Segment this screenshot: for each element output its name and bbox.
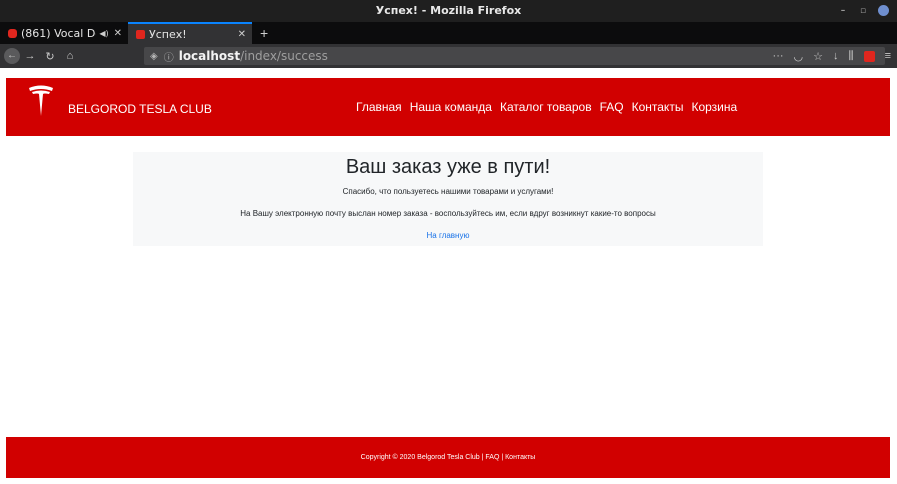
- tab-success[interactable]: Успех! ✕: [128, 22, 252, 44]
- info-icon[interactable]: ⓘ: [164, 49, 174, 64]
- close-window-icon[interactable]: [878, 5, 889, 16]
- site-header: BELGOROD TESLA CLUB Главная Наша команда…: [6, 78, 890, 136]
- youtube-icon: [8, 28, 17, 38]
- order-info-text: На Вашу электронную почту выслан номер з…: [240, 209, 656, 218]
- addon-icon[interactable]: [863, 50, 875, 62]
- bookmark-star-icon[interactable]: ☆: [813, 50, 823, 63]
- toolbar-right: ··· ◡ ☆ ↓ ⫼ ≡: [773, 44, 891, 68]
- site-footer: Copyright © 2020 Belgorod Tesla Club | F…: [6, 437, 890, 478]
- window-controls: – ▫: [838, 5, 889, 16]
- pocket-icon[interactable]: ◡: [794, 50, 804, 63]
- speaker-icon[interactable]: ◀): [99, 29, 108, 38]
- tab-label: (861) Vocal Dee: [21, 26, 96, 40]
- url-host: localhost: [178, 49, 241, 63]
- close-tab-icon[interactable]: ✕: [238, 29, 246, 40]
- success-card: Ваш заказ уже в пути! Спасибо, что польз…: [133, 152, 763, 246]
- reload-icon[interactable]: ↻: [40, 50, 60, 63]
- brand-name[interactable]: BELGOROD TESLA CLUB: [68, 102, 212, 116]
- page-actions-icon[interactable]: ···: [773, 50, 784, 62]
- close-tab-icon[interactable]: ✕: [114, 28, 122, 39]
- navigation-toolbar: ← → ↻ ⌂ ◈ ⓘ localhost /index/success ···…: [0, 44, 897, 68]
- window-titlebar: Успех! - Mozilla Firefox – ▫: [0, 0, 897, 22]
- page-title: Ваш заказ уже в пути!: [345, 156, 551, 178]
- tesla-favicon-icon: [136, 29, 145, 39]
- window-title: Успех! - Mozilla Firefox: [375, 4, 522, 17]
- footer-text: Copyright © 2020 Belgorod Tesla Club | F…: [360, 454, 536, 461]
- tab-youtube[interactable]: (861) Vocal Dee ◀) ✕: [0, 22, 128, 44]
- new-tab-icon[interactable]: +: [252, 22, 276, 44]
- thanks-text: Спасибо, что пользуетесь нашими товарами…: [342, 187, 554, 196]
- menu-item-faq[interactable]: FAQ: [600, 100, 624, 114]
- library-icon[interactable]: ⫼: [849, 50, 854, 63]
- tesla-logo-icon[interactable]: [28, 84, 54, 118]
- home-link[interactable]: На главную: [427, 231, 470, 240]
- menu-item-cart[interactable]: Корзина: [691, 100, 737, 114]
- shield-icon[interactable]: ◈: [150, 51, 158, 62]
- home-icon[interactable]: ⌂: [60, 50, 80, 62]
- menu-item-team[interactable]: Наша команда: [410, 100, 492, 114]
- maximize-icon[interactable]: ▫: [858, 6, 868, 16]
- tab-label: Успех!: [149, 27, 187, 41]
- main-menu: Главная Наша команда Каталог товаров FAQ…: [356, 100, 737, 114]
- tab-strip: (861) Vocal Dee ◀) ✕ Успех! ✕ +: [0, 22, 897, 44]
- url-path: /index/success: [240, 49, 328, 63]
- menu-item-catalog[interactable]: Каталог товаров: [500, 100, 592, 114]
- back-icon[interactable]: ←: [4, 48, 20, 64]
- download-icon[interactable]: ↓: [833, 50, 839, 62]
- menu-icon[interactable]: ≡: [885, 50, 891, 62]
- menu-item-home[interactable]: Главная: [356, 100, 402, 114]
- forward-icon[interactable]: →: [20, 50, 40, 62]
- menu-item-contacts[interactable]: Контакты: [632, 100, 684, 114]
- minimize-icon[interactable]: –: [838, 6, 848, 16]
- page-viewport: BELGOROD TESLA CLUB Главная Наша команда…: [0, 68, 897, 484]
